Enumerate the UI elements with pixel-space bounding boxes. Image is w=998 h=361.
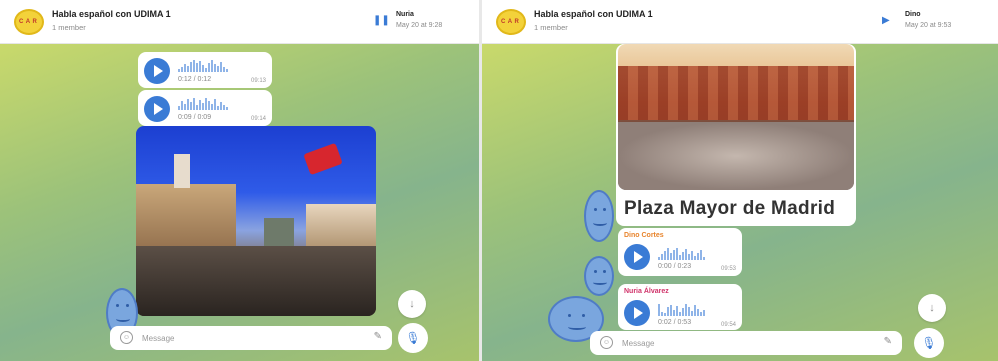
photo-clock-tower	[174, 154, 190, 188]
message-input[interactable]	[622, 336, 822, 350]
message-time: 09:54	[720, 322, 736, 328]
voice-duration: 0:02 / 0:53	[658, 319, 692, 326]
photo-puerta-del-sol[interactable]	[136, 126, 376, 316]
photo-message: Plaza Mayor de Madrid	[616, 44, 856, 226]
paperclip-icon[interactable]: ✎	[374, 331, 382, 342]
message-composer: ☺ ✎	[590, 331, 902, 355]
chat-header: C A R Habla español con UDIMA 1 1 member…	[0, 0, 479, 44]
play-button[interactable]	[624, 300, 650, 326]
sender-name[interactable]: Dino Cortes	[624, 232, 664, 239]
message-composer: ☺ ✎	[110, 326, 392, 350]
chat-panel-right: C A R Habla español con UDIMA 1 1 member…	[482, 0, 998, 361]
chat-panel-left: C A R Habla español con UDIMA 1 1 member…	[0, 0, 479, 361]
chat-header: C A R Habla español con UDIMA 1 1 member…	[482, 0, 998, 44]
member-count: 1 member	[534, 23, 568, 32]
now-playing-name: Dino	[905, 11, 921, 18]
smiley-sticker	[584, 190, 614, 242]
voice-message: Dino Cortes 0:00 / 0:23 09:53	[618, 228, 742, 276]
scroll-down-button[interactable]: ↓	[398, 290, 426, 318]
member-count: 1 member	[52, 23, 86, 32]
waveform[interactable]	[178, 60, 228, 72]
play-icon[interactable]: ▶	[882, 16, 892, 26]
photo-plaza-mayor[interactable]	[618, 44, 854, 190]
now-playing-name: Nuria	[396, 11, 414, 18]
voice-duration: 0:12 / 0:12	[178, 76, 212, 83]
message-list[interactable]: 0:12 / 0:12 09:13 0:09 / 0:09 09:14 ↓ ☺ …	[0, 44, 479, 361]
message-time: 09:53	[720, 266, 736, 272]
photo-square	[618, 122, 854, 190]
pause-icon[interactable]: ❚❚	[373, 16, 390, 26]
group-avatar[interactable]: C A R	[14, 9, 44, 35]
message-input[interactable]	[142, 331, 342, 345]
now-playing-date: May 20 at 9:28	[396, 22, 443, 29]
microphone-button[interactable]: 🎙	[398, 323, 428, 353]
chat-title[interactable]: Habla español con UDIMA 1	[52, 9, 171, 19]
metro-sign	[303, 142, 343, 176]
emoji-icon[interactable]: ☺	[120, 331, 133, 344]
message-time: 09:14	[250, 116, 266, 122]
emoji-icon[interactable]: ☺	[600, 336, 613, 349]
sender-name[interactable]: Nuria Álvarez	[624, 288, 669, 295]
voice-duration: 0:09 / 0:09	[178, 114, 212, 121]
waveform[interactable]	[178, 98, 228, 110]
message-list[interactable]: Plaza Mayor de Madrid Dino Cortes 0:00 /…	[482, 44, 998, 361]
smiley-sticker	[584, 256, 614, 296]
message-time: 09:13	[250, 78, 266, 84]
waveform[interactable]	[658, 248, 705, 260]
voice-duration: 0:00 / 0:23	[658, 263, 692, 270]
waveform[interactable]	[658, 304, 705, 316]
voice-message: Nuria Álvarez 0:02 / 0:53 09:54	[618, 284, 742, 330]
scroll-down-button[interactable]: ↓	[918, 294, 946, 322]
microphone-button[interactable]: 🎙	[914, 328, 944, 358]
paperclip-icon[interactable]: ✎	[884, 336, 892, 347]
photo-caption: Plaza Mayor de Madrid	[624, 198, 836, 219]
photo-crowd	[136, 246, 376, 316]
now-playing-date: May 20 at 9:53	[905, 22, 952, 29]
play-button[interactable]	[624, 244, 650, 270]
screenshot-root: C A R Habla español con UDIMA 1 1 member…	[0, 0, 998, 361]
play-button[interactable]	[144, 58, 170, 84]
photo-roofs	[618, 66, 854, 120]
play-button[interactable]	[144, 96, 170, 122]
chat-title[interactable]: Habla español con UDIMA 1	[534, 9, 653, 19]
voice-message: 0:12 / 0:12 09:13	[138, 52, 272, 88]
voice-message: 0:09 / 0:09 09:14	[138, 90, 272, 126]
group-avatar[interactable]: C A R	[496, 9, 526, 35]
